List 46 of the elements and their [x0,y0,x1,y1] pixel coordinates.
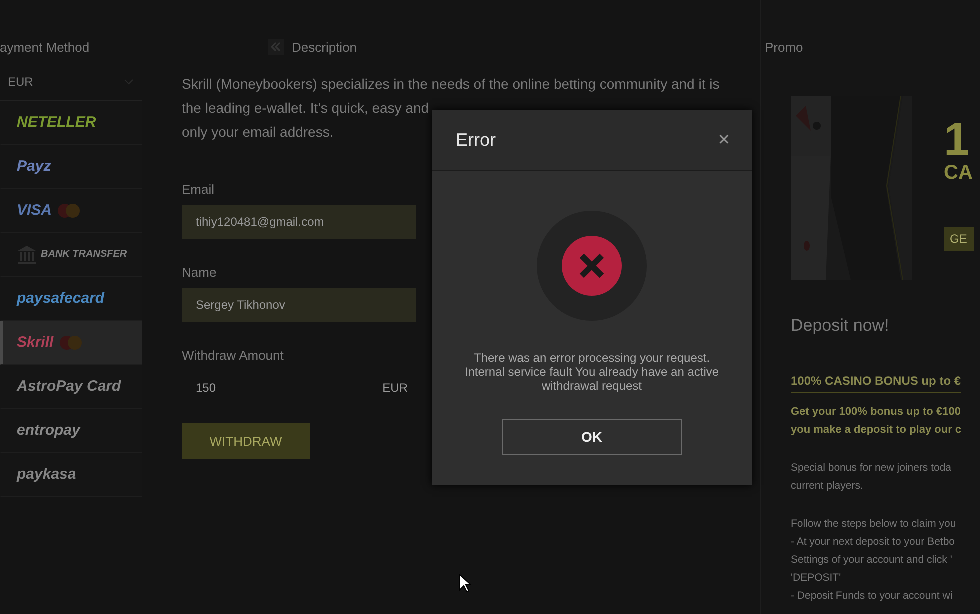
description-text: Skrill (Moneybookers) specializes in the needs of the online betting community and it is [182,75,720,94]
description-text: the leading e-wallet. It's quick, easy and [182,99,430,118]
payment-logo: BANK TRANSFER [41,249,128,260]
field-label: Email [182,182,215,197]
panel-title: ayment Method [0,38,91,57]
card-logo-icon [56,202,82,218]
error-message: There was an error processing your request. Internal service fault You already have an active withdrawal request [464,351,720,393]
payment-logo: Skrill [17,334,54,351]
close-button[interactable]: × [718,128,730,152]
payment-logo: VISA [17,202,52,219]
promo-subhead: CA [944,162,974,185]
payment-logo: entropay [17,422,80,439]
panel-title: Promo [765,38,804,56]
cursor-icon [459,574,471,593]
payment-method[interactable]: Skrill [0,321,142,365]
promo-text: current players. [791,479,864,494]
promo-headline: 1 [944,116,971,162]
promo-text: Settings of your account and click ' [791,553,954,568]
payment-logo: NETELLER [17,114,96,131]
collapse-icon[interactable] [268,39,284,55]
bonus-title: 100% CASINO BONUS up to € [791,374,962,393]
bank-icon [17,244,37,264]
payment-logo: paysafecard [17,290,105,307]
error-icon [537,211,647,321]
payment-logo: AstroPay Card [17,378,122,395]
name-field[interactable]: Sergey Tikhonov [182,288,416,322]
promo-button[interactable]: GE [944,227,974,251]
payment-logo: paykasa [17,466,76,483]
bonus-lead-text: you make a deposit to play our c [791,423,963,438]
promo-text: 'DEPOSIT' [791,571,842,586]
section-title: Description [292,40,358,54]
field-label: Name [182,265,217,280]
promo-text: - At your next deposit to your Betbo [791,535,956,550]
email-field[interactable]: tihiy120481@gmail.com [182,205,416,239]
promo-text: Follow the steps below to claim you [791,517,958,532]
field-label: Withdraw Amount [182,348,284,363]
promo-text: Special bonus for new joiners toda [791,461,953,476]
bonus-lead-text: Get your 100% bonus up to €100 [791,405,962,420]
withdraw-button[interactable]: WITHDRAW [182,423,310,459]
ok-button[interactable]: OK [502,419,682,455]
description-text: only your email address. [182,123,334,142]
payment-logo: Payz [17,158,52,175]
promo-heading: Deposit now! [791,316,890,336]
promo-text: - Deposit Funds to your account wi [791,589,954,604]
dialog-title: Error [456,130,496,150]
amount-field[interactable]: 150 EUR [182,371,422,405]
